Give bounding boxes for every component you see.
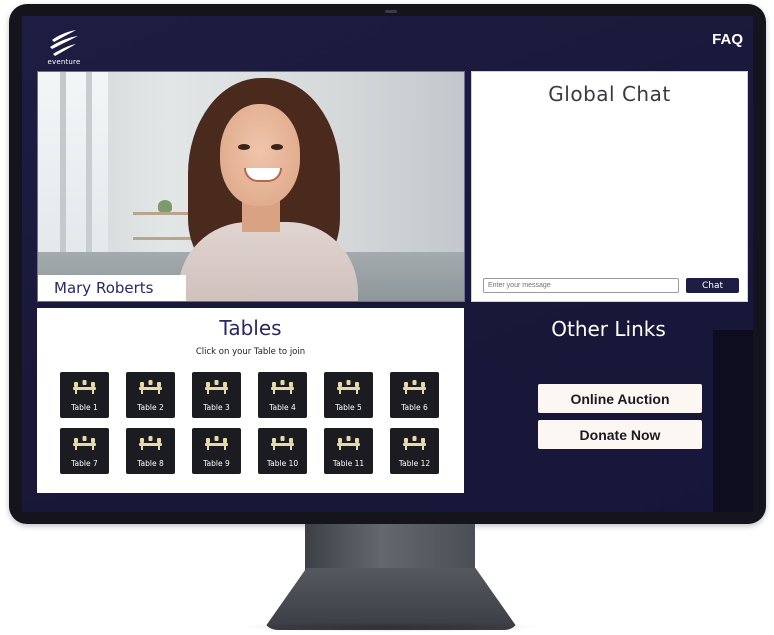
chat-send-button[interactable]: Chat	[686, 278, 739, 293]
dining-table-icon	[139, 380, 162, 394]
dining-table-icon	[139, 436, 162, 450]
chat-title: Global Chat	[548, 82, 671, 106]
table-label: Table 1	[71, 403, 98, 412]
tables-grid: Table 1 Table 2 Table 3 Table 4 Table 5 Table…	[60, 372, 440, 476]
brand-name: eventure	[47, 58, 81, 66]
background-window	[38, 72, 108, 272]
table-label: Table 9	[203, 459, 230, 468]
tables-subtitle: Click on your Table to join	[195, 347, 306, 357]
table-tile[interactable]: Table 9	[192, 428, 241, 474]
table-tile[interactable]: Table 2	[126, 372, 175, 418]
other-links-title: Other Links	[551, 317, 666, 341]
online-auction-button[interactable]: Online Auction	[538, 384, 702, 413]
brand-logo[interactable]: eventure	[42, 28, 86, 66]
donate-now-button[interactable]: Donate Now	[538, 420, 702, 449]
table-tile[interactable]: Table 6	[390, 372, 439, 418]
window-frame	[86, 72, 92, 272]
dining-table-icon	[73, 380, 96, 394]
participant-eye	[238, 144, 250, 150]
table-label: Table 11	[332, 459, 365, 468]
video-feed: Mary Roberts	[37, 71, 465, 302]
participant-eye	[271, 144, 283, 150]
table-tile[interactable]: Table 5	[324, 372, 373, 418]
table-label: Table 12	[398, 459, 431, 468]
table-label: Table 8	[137, 459, 164, 468]
dining-table-icon	[403, 436, 426, 450]
monitor-stand-base	[263, 568, 519, 630]
participant-face	[220, 104, 300, 206]
background-shelf	[133, 237, 197, 240]
global-chat-panel: Global Chat Chat	[471, 71, 748, 302]
window-frame	[60, 72, 66, 272]
dining-table-icon	[205, 380, 228, 394]
dining-table-icon	[271, 380, 294, 394]
table-tile[interactable]: Table 7	[60, 428, 109, 474]
table-label: Table 4	[269, 403, 296, 412]
dining-table-icon	[337, 380, 360, 394]
table-label: Table 5	[335, 403, 362, 412]
stand-shadow	[240, 622, 540, 632]
table-tile[interactable]: Table 10	[258, 428, 307, 474]
table-label: Table 10	[266, 459, 299, 468]
dining-table-icon	[73, 436, 96, 450]
table-label: Table 2	[137, 403, 164, 412]
table-tile[interactable]: Table 3	[192, 372, 241, 418]
faq-link[interactable]: FAQ	[712, 31, 743, 48]
tables-title: Tables	[219, 316, 282, 340]
table-tile[interactable]: Table 1	[60, 372, 109, 418]
app-screen: eventure FAQ Mary Roberts Global Chat Ch…	[22, 16, 753, 512]
side-shade	[713, 330, 753, 512]
background-plant	[158, 200, 172, 212]
table-label: Table 3	[203, 403, 230, 412]
table-tile[interactable]: Table 4	[258, 372, 307, 418]
table-label: Table 7	[71, 459, 98, 468]
participant-name-tag: Mary Roberts	[38, 275, 186, 301]
eventure-logo-icon	[50, 30, 78, 56]
tables-panel: Tables Click on your Table to join Table…	[37, 308, 464, 493]
table-tile[interactable]: Table 8	[126, 428, 175, 474]
webcam-dot	[385, 10, 397, 13]
chat-message-input[interactable]	[483, 278, 679, 293]
dining-table-icon	[271, 436, 294, 450]
dining-table-icon	[205, 436, 228, 450]
table-tile[interactable]: Table 11	[324, 428, 373, 474]
table-tile[interactable]: Table 12	[390, 428, 439, 474]
table-label: Table 6	[401, 403, 428, 412]
dining-table-icon	[403, 380, 426, 394]
dining-table-icon	[337, 436, 360, 450]
